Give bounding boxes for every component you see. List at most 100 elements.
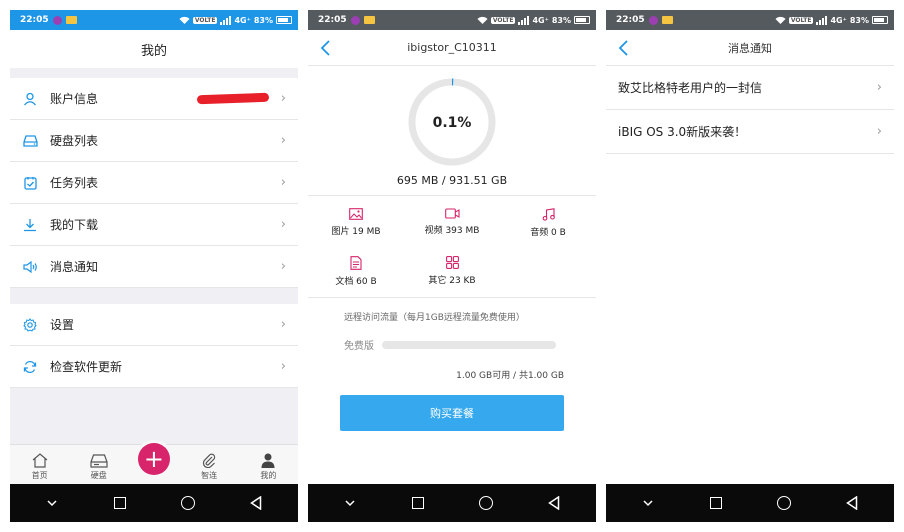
menu-item-settings[interactable]: 设置 › bbox=[10, 304, 298, 346]
menu-item-account[interactable]: 账户信息 › bbox=[10, 78, 298, 120]
tab-label: 我的 bbox=[260, 471, 277, 480]
add-button[interactable]: + bbox=[137, 443, 170, 475]
network-type: 4G⁺ bbox=[234, 15, 251, 25]
section-divider bbox=[10, 68, 298, 78]
message-title: 致艾比格特老用户的一封信 bbox=[618, 81, 763, 95]
back-nav-button[interactable] bbox=[542, 491, 566, 515]
status-bar: 22:05 VOLTE 4G⁺ 83% bbox=[606, 10, 894, 30]
hard-drive-icon bbox=[22, 133, 38, 149]
free-plan-label: 免费版 bbox=[344, 341, 374, 352]
menu-item-notifications[interactable]: 消息通知 › bbox=[10, 246, 298, 288]
tab-mine[interactable]: 我的 bbox=[248, 453, 288, 481]
recent-apps-button[interactable] bbox=[406, 491, 430, 515]
chevron-down-icon[interactable] bbox=[636, 491, 660, 515]
user-icon bbox=[22, 91, 38, 107]
notification-app-icon bbox=[648, 15, 658, 25]
chevron-right-icon: › bbox=[876, 124, 882, 139]
status-time: 22:05 bbox=[318, 15, 347, 25]
screen-profile: 22:05 VOLTE 4G⁺ 83% 我的 账户信息 › 硬盘列表 › 任务列… bbox=[10, 10, 298, 522]
refresh-icon bbox=[22, 359, 38, 375]
buy-plan-button[interactable]: 购买套餐 bbox=[340, 395, 564, 431]
storage-ring: 0.1% bbox=[308, 66, 596, 168]
menu-item-disks[interactable]: 硬盘列表 › bbox=[10, 120, 298, 162]
category-label: 文档 60 B bbox=[335, 277, 377, 287]
battery-icon bbox=[574, 16, 590, 24]
chevron-left-icon bbox=[320, 40, 330, 56]
mail-icon bbox=[661, 16, 673, 24]
menu-item-check-update[interactable]: 检查软件更新 › bbox=[10, 346, 298, 388]
menu-item-label: 检查软件更新 bbox=[50, 360, 123, 374]
chevron-down-icon[interactable] bbox=[338, 491, 362, 515]
mail-icon bbox=[363, 16, 375, 24]
recent-apps-button[interactable] bbox=[704, 491, 728, 515]
home-button[interactable] bbox=[176, 491, 200, 515]
back-nav-button[interactable] bbox=[840, 491, 864, 515]
hard-drive-icon bbox=[90, 454, 108, 468]
message-item[interactable]: 致艾比格特老用户的一封信 › bbox=[606, 66, 894, 110]
page-title: 我的 bbox=[140, 43, 167, 59]
chevron-right-icon: › bbox=[280, 359, 286, 374]
back-nav-button[interactable] bbox=[244, 491, 268, 515]
wifi-icon bbox=[179, 16, 190, 24]
category-label: 视频 393 MB bbox=[424, 226, 480, 236]
menu-item-downloads[interactable]: 我的下载 › bbox=[10, 204, 298, 246]
battery-icon bbox=[276, 16, 292, 24]
empty-area bbox=[10, 388, 298, 444]
category-videos[interactable]: 视频 393 MB bbox=[404, 208, 500, 238]
tab-smart-connect[interactable]: 智连 bbox=[189, 452, 229, 481]
screen-messages: 22:05 VOLTE 4G⁺ 83% 消息通知 致艾比格特老用户的一封信 › … bbox=[606, 10, 894, 522]
category-grid: 图片 19 MB 视频 393 MB 音频 0 B 文档 60 B 其它 23 … bbox=[308, 196, 596, 298]
recent-apps-button[interactable] bbox=[108, 491, 132, 515]
menu-item-label: 账户信息 bbox=[50, 92, 99, 106]
storage-capacity: 695 MB / 931.51 GB bbox=[396, 174, 508, 187]
screen-device-storage: 22:05 VOLTE 4G⁺ 83% ibigstor_C10311 0.1%… bbox=[308, 10, 596, 522]
category-label: 图片 19 MB bbox=[331, 227, 381, 237]
menu-item-tasks[interactable]: 任务列表 › bbox=[10, 162, 298, 204]
volte-badge: VOLTE bbox=[490, 16, 516, 24]
remote-traffic-note: 远程访问流量（每月1GB远程流量免费使用） bbox=[344, 313, 525, 323]
traffic-usage-text: 1.00 GB可用 / 共1.00 GB bbox=[456, 371, 564, 381]
tab-disk[interactable]: 硬盘 bbox=[79, 454, 119, 481]
status-time: 22:05 bbox=[616, 15, 645, 25]
chevron-right-icon: › bbox=[280, 259, 286, 274]
menu-item-label: 任务列表 bbox=[50, 176, 99, 190]
home-button[interactable] bbox=[474, 491, 498, 515]
back-button[interactable] bbox=[316, 38, 336, 58]
paperclip-icon bbox=[203, 453, 216, 468]
grid-icon bbox=[445, 256, 459, 269]
speaker-icon bbox=[22, 259, 38, 275]
system-nav-bar bbox=[10, 484, 298, 522]
traffic-progress-bar bbox=[382, 340, 556, 349]
tab-label: 硬盘 bbox=[90, 471, 107, 480]
wifi-icon bbox=[775, 16, 786, 24]
task-list-icon bbox=[22, 175, 38, 191]
chevron-right-icon: › bbox=[876, 80, 882, 95]
person-icon bbox=[261, 453, 275, 468]
menu-item-label: 硬盘列表 bbox=[50, 134, 99, 148]
storage-gauge: 0.1% bbox=[408, 78, 496, 166]
network-type: 4G⁺ bbox=[830, 15, 847, 25]
status-bar: 22:05 VOLTE 4G⁺ 83% bbox=[10, 10, 298, 30]
message-item[interactable]: iBIG OS 3.0新版来袭！ › bbox=[606, 110, 894, 154]
wifi-icon bbox=[477, 16, 488, 24]
document-icon bbox=[350, 256, 362, 270]
home-button[interactable] bbox=[772, 491, 796, 515]
status-time: 22:05 bbox=[20, 15, 49, 25]
category-documents[interactable]: 文档 60 B bbox=[308, 256, 404, 287]
section-divider bbox=[10, 288, 298, 304]
category-other[interactable]: 其它 23 KB bbox=[404, 256, 500, 287]
usage-percent: 0.1% bbox=[433, 115, 472, 131]
category-audio[interactable]: 音频 0 B bbox=[500, 208, 596, 238]
battery-percent: 83% bbox=[849, 15, 869, 25]
tab-home[interactable]: 首页 bbox=[20, 453, 60, 481]
signal-icon bbox=[816, 15, 828, 25]
battery-icon bbox=[872, 16, 888, 24]
volte-badge: VOLTE bbox=[788, 16, 814, 24]
chevron-right-icon: › bbox=[280, 217, 286, 232]
system-nav-bar bbox=[308, 484, 596, 522]
category-label: 音频 0 B bbox=[530, 228, 566, 238]
category-images[interactable]: 图片 19 MB bbox=[308, 208, 404, 238]
system-nav-bar bbox=[606, 484, 894, 522]
chevron-down-icon[interactable] bbox=[40, 491, 64, 515]
back-button[interactable] bbox=[614, 38, 634, 58]
